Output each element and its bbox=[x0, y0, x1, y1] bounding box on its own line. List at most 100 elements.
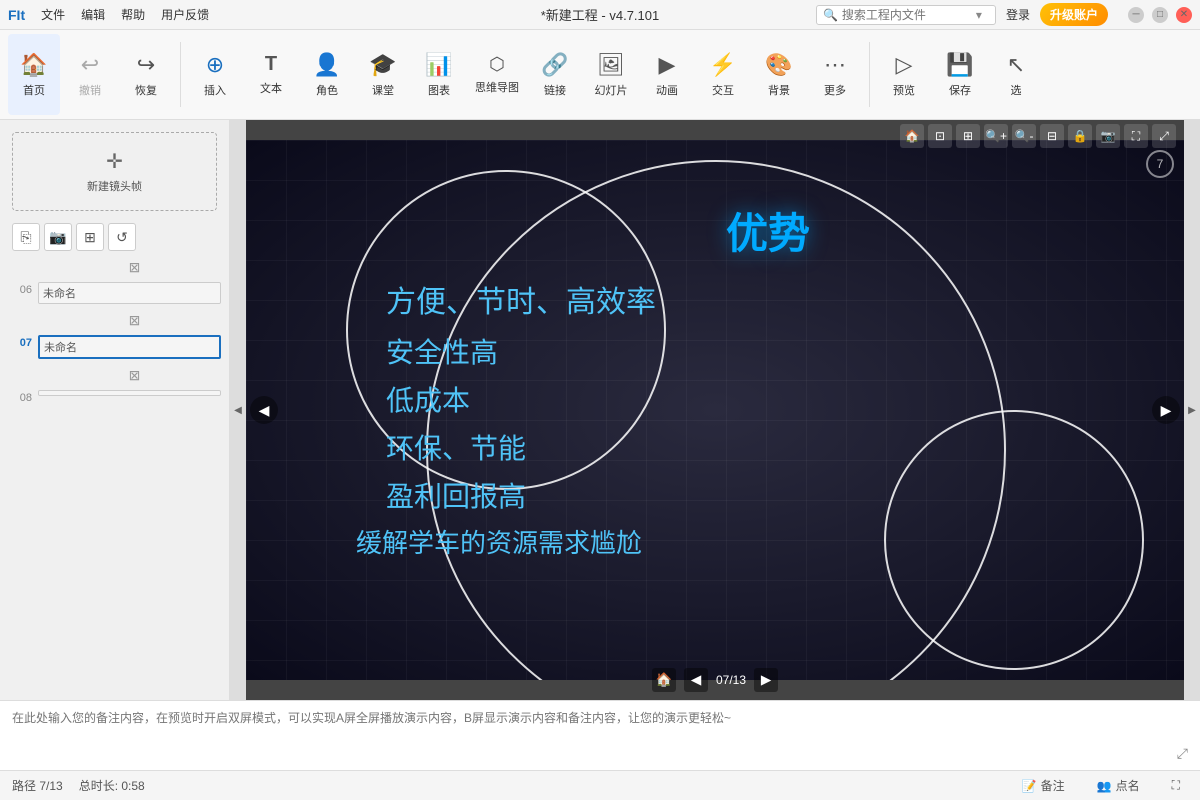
fullscreen-button[interactable]: ⛶ bbox=[1164, 776, 1188, 795]
canvas-camera-btn[interactable]: 📷 bbox=[1096, 124, 1120, 148]
toolbar-insert[interactable]: ⊕ 插入 bbox=[189, 34, 241, 115]
toolbar-mindmap[interactable]: ⬡ 思维导图 bbox=[469, 34, 525, 115]
notes-area: ⤢ bbox=[0, 700, 1200, 770]
annotation-button[interactable]: 📝 备注 bbox=[1014, 775, 1073, 796]
title-bar: FIt 文件 编辑 帮助 用户反馈 *新建工程 - v4.7.101 🔍 ▾ 登… bbox=[0, 0, 1200, 30]
camera-button[interactable]: 📷 bbox=[44, 223, 72, 251]
canvas-lock-btn[interactable]: 🔒 bbox=[1068, 124, 1092, 148]
toolbar-class[interactable]: 🎓 课堂 bbox=[357, 34, 409, 115]
panel-collapse-left[interactable]: ◀ bbox=[230, 120, 246, 700]
slide-label-6: 未命名 bbox=[39, 283, 220, 303]
menu-help[interactable]: 帮助 bbox=[121, 6, 145, 23]
login-button[interactable]: 登录 bbox=[1006, 6, 1030, 23]
slide-panel: ✛ 新建镜头帧 ⎘ 📷 ⊞ ↺ ⊠ 06 VP体系发现 让学车更轻松 bbox=[0, 120, 230, 700]
canvas-bottom-nav: 🏠 ◀ 07/13 ▶ bbox=[652, 668, 778, 692]
point-name-button[interactable]: 👥 点名 bbox=[1089, 775, 1148, 796]
slide-divider-7: ⊠ bbox=[0, 308, 229, 331]
canvas-fullscreen-btn[interactable]: ⛶ bbox=[1124, 124, 1148, 148]
point-icon: 👥 bbox=[1097, 779, 1112, 793]
slide-item-6[interactable]: 06 VP体系发现 让学车更轻松 所以 未命名 bbox=[0, 278, 229, 308]
divider-icon-7: ⊠ bbox=[129, 312, 141, 329]
status-bar: 路径 7/13 总时长: 0:58 📝 备注 👥 点名 ⛶ bbox=[0, 770, 1200, 800]
canvas-toolbar: 🏠 ⊡ ⊞ 🔍+ 🔍- ⊟ 🔒 📷 ⛶ ⤢ bbox=[900, 124, 1176, 148]
canvas-nav-next[interactable]: ▶ bbox=[754, 668, 778, 692]
canvas-nav-prev[interactable]: ◀ bbox=[684, 668, 708, 692]
panel-collapse-right[interactable]: ▶ bbox=[1184, 120, 1200, 700]
toolbar-undo[interactable]: ↩ 撤销 bbox=[64, 34, 116, 115]
copy-slide-button[interactable]: ⎘ bbox=[12, 223, 40, 251]
slide-thumb-container-6: VP体系发现 让学车更轻松 所以 未命名 bbox=[38, 282, 221, 304]
duration-status: 总时长: 0:58 bbox=[79, 777, 145, 794]
fullscreen-icon: ⛶ bbox=[1172, 778, 1180, 793]
toolbar-interact[interactable]: ⚡ 交互 bbox=[697, 34, 749, 115]
slide-text-2: 安全性高 bbox=[386, 332, 498, 374]
toolbar-select[interactable]: ↖ 选 bbox=[990, 34, 1042, 115]
interact-icon: ⚡ bbox=[709, 52, 736, 78]
canvas-grid-btn[interactable]: ⊟ bbox=[1040, 124, 1064, 148]
toolbar-more[interactable]: ⋯ 更多 bbox=[809, 34, 861, 115]
canvas-home-btn[interactable]: 🏠 bbox=[900, 124, 924, 148]
canvas-fit-btn[interactable]: ⊞ bbox=[956, 124, 980, 148]
slide-label-7: 未命名 bbox=[40, 337, 219, 357]
slide-item-8[interactable]: 08 苏 苏不是别 所以 bbox=[0, 386, 229, 408]
menu-feedback[interactable]: 用户反馈 bbox=[161, 6, 209, 23]
next-slide-button[interactable]: ▶ bbox=[1152, 396, 1180, 424]
canvas-zoom-in-btn[interactable]: 🔍+ bbox=[984, 124, 1008, 148]
toolbar-home[interactable]: 🏠 首页 bbox=[8, 34, 60, 115]
menu-file[interactable]: 文件 bbox=[41, 6, 65, 23]
slide-divider-6: ⊠ bbox=[0, 255, 229, 278]
prev-slide-button[interactable]: ◀ bbox=[250, 396, 278, 424]
select-icon: ↖ bbox=[1007, 52, 1025, 78]
toolbar-bg[interactable]: 🎨 背景 bbox=[753, 34, 805, 115]
window-title: *新建工程 - v4.7.101 bbox=[541, 5, 660, 24]
maximize-button[interactable]: □ bbox=[1152, 7, 1168, 23]
circle-bottom-right bbox=[884, 410, 1144, 670]
toolbar-link[interactable]: 🔗 链接 bbox=[529, 34, 581, 115]
slide-item-7[interactable]: 07 优势 方便、节时、高效率 安全性高 bbox=[0, 331, 229, 363]
slide-text-4: 环保、节能 bbox=[386, 428, 526, 470]
toolbar-ppt[interactable]: 🖼 幻灯片 bbox=[585, 34, 637, 115]
canvas-frame-btn[interactable]: ⊡ bbox=[928, 124, 952, 148]
slide-number-7: 07 bbox=[8, 335, 32, 349]
slide-canvas: 7 优势 方便、节时、高效率 安全性高 低成本 环保、节能 盈利回报高 缓解学车… bbox=[246, 140, 1184, 680]
menu-bar: 文件 编辑 帮助 用户反馈 bbox=[41, 6, 209, 23]
canvas-area: 🏠 ⊡ ⊞ 🔍+ 🔍- ⊟ 🔒 📷 ⛶ ⤢ ◀ 7 优势 方 bbox=[246, 120, 1184, 700]
search-icon: 🔍 bbox=[823, 8, 838, 22]
search-box[interactable]: 🔍 ▾ bbox=[816, 5, 996, 25]
toolbar-chart[interactable]: 📊 图表 bbox=[413, 34, 465, 115]
role-icon: 👤 bbox=[313, 52, 340, 78]
slide-text-6: 缓解学车的资源需求尴尬 bbox=[356, 524, 642, 563]
fit-button[interactable]: ⊞ bbox=[76, 223, 104, 251]
toolbar-redo[interactable]: ↪ 恢复 bbox=[120, 34, 172, 115]
toolbar-save[interactable]: 💾 保存 bbox=[934, 34, 986, 115]
window-controls: ─ □ ✕ bbox=[1128, 7, 1192, 23]
annotation-icon: 📝 bbox=[1022, 779, 1037, 793]
search-input[interactable] bbox=[842, 8, 972, 22]
toolbar-animate[interactable]: ▶ 动画 bbox=[641, 34, 693, 115]
canvas-slide-nav: 07/13 bbox=[716, 673, 746, 687]
slide-thumb-container-8: 苏 苏不是别 所以 bbox=[38, 390, 221, 396]
canvas-zoom-out-btn[interactable]: 🔍- bbox=[1012, 124, 1036, 148]
path-status: 路径 7/13 bbox=[12, 777, 63, 794]
toolbar-role[interactable]: 👤 角色 bbox=[301, 34, 353, 115]
refresh-button[interactable]: ↺ bbox=[108, 223, 136, 251]
link-icon: 🔗 bbox=[541, 52, 568, 78]
new-frame-button[interactable]: ✛ 新建镜头帧 bbox=[12, 132, 217, 211]
toolbar-sep-2 bbox=[869, 42, 870, 107]
canvas-nav-home[interactable]: 🏠 bbox=[652, 668, 676, 692]
menu-edit[interactable]: 编辑 bbox=[81, 6, 105, 23]
class-icon: 🎓 bbox=[369, 52, 396, 78]
canvas-expand-btn[interactable]: ⤢ bbox=[1152, 124, 1176, 148]
minimize-button[interactable]: ─ bbox=[1128, 7, 1144, 23]
insert-icon: ⊕ bbox=[206, 52, 224, 78]
notes-textarea[interactable] bbox=[12, 709, 1188, 762]
upgrade-button[interactable]: 升级账户 bbox=[1040, 3, 1108, 26]
toolbar-text[interactable]: T 文本 bbox=[245, 34, 297, 115]
toolbar-preview[interactable]: ▷ 预览 bbox=[878, 34, 930, 115]
divider-icon-8: ⊠ bbox=[129, 367, 141, 384]
preview-icon: ▷ bbox=[896, 52, 913, 78]
notes-expand-icon[interactable]: ⤢ bbox=[1177, 745, 1188, 762]
close-button[interactable]: ✕ bbox=[1176, 7, 1192, 23]
chart-icon: 📊 bbox=[425, 52, 452, 78]
slide-label-8 bbox=[39, 391, 220, 395]
